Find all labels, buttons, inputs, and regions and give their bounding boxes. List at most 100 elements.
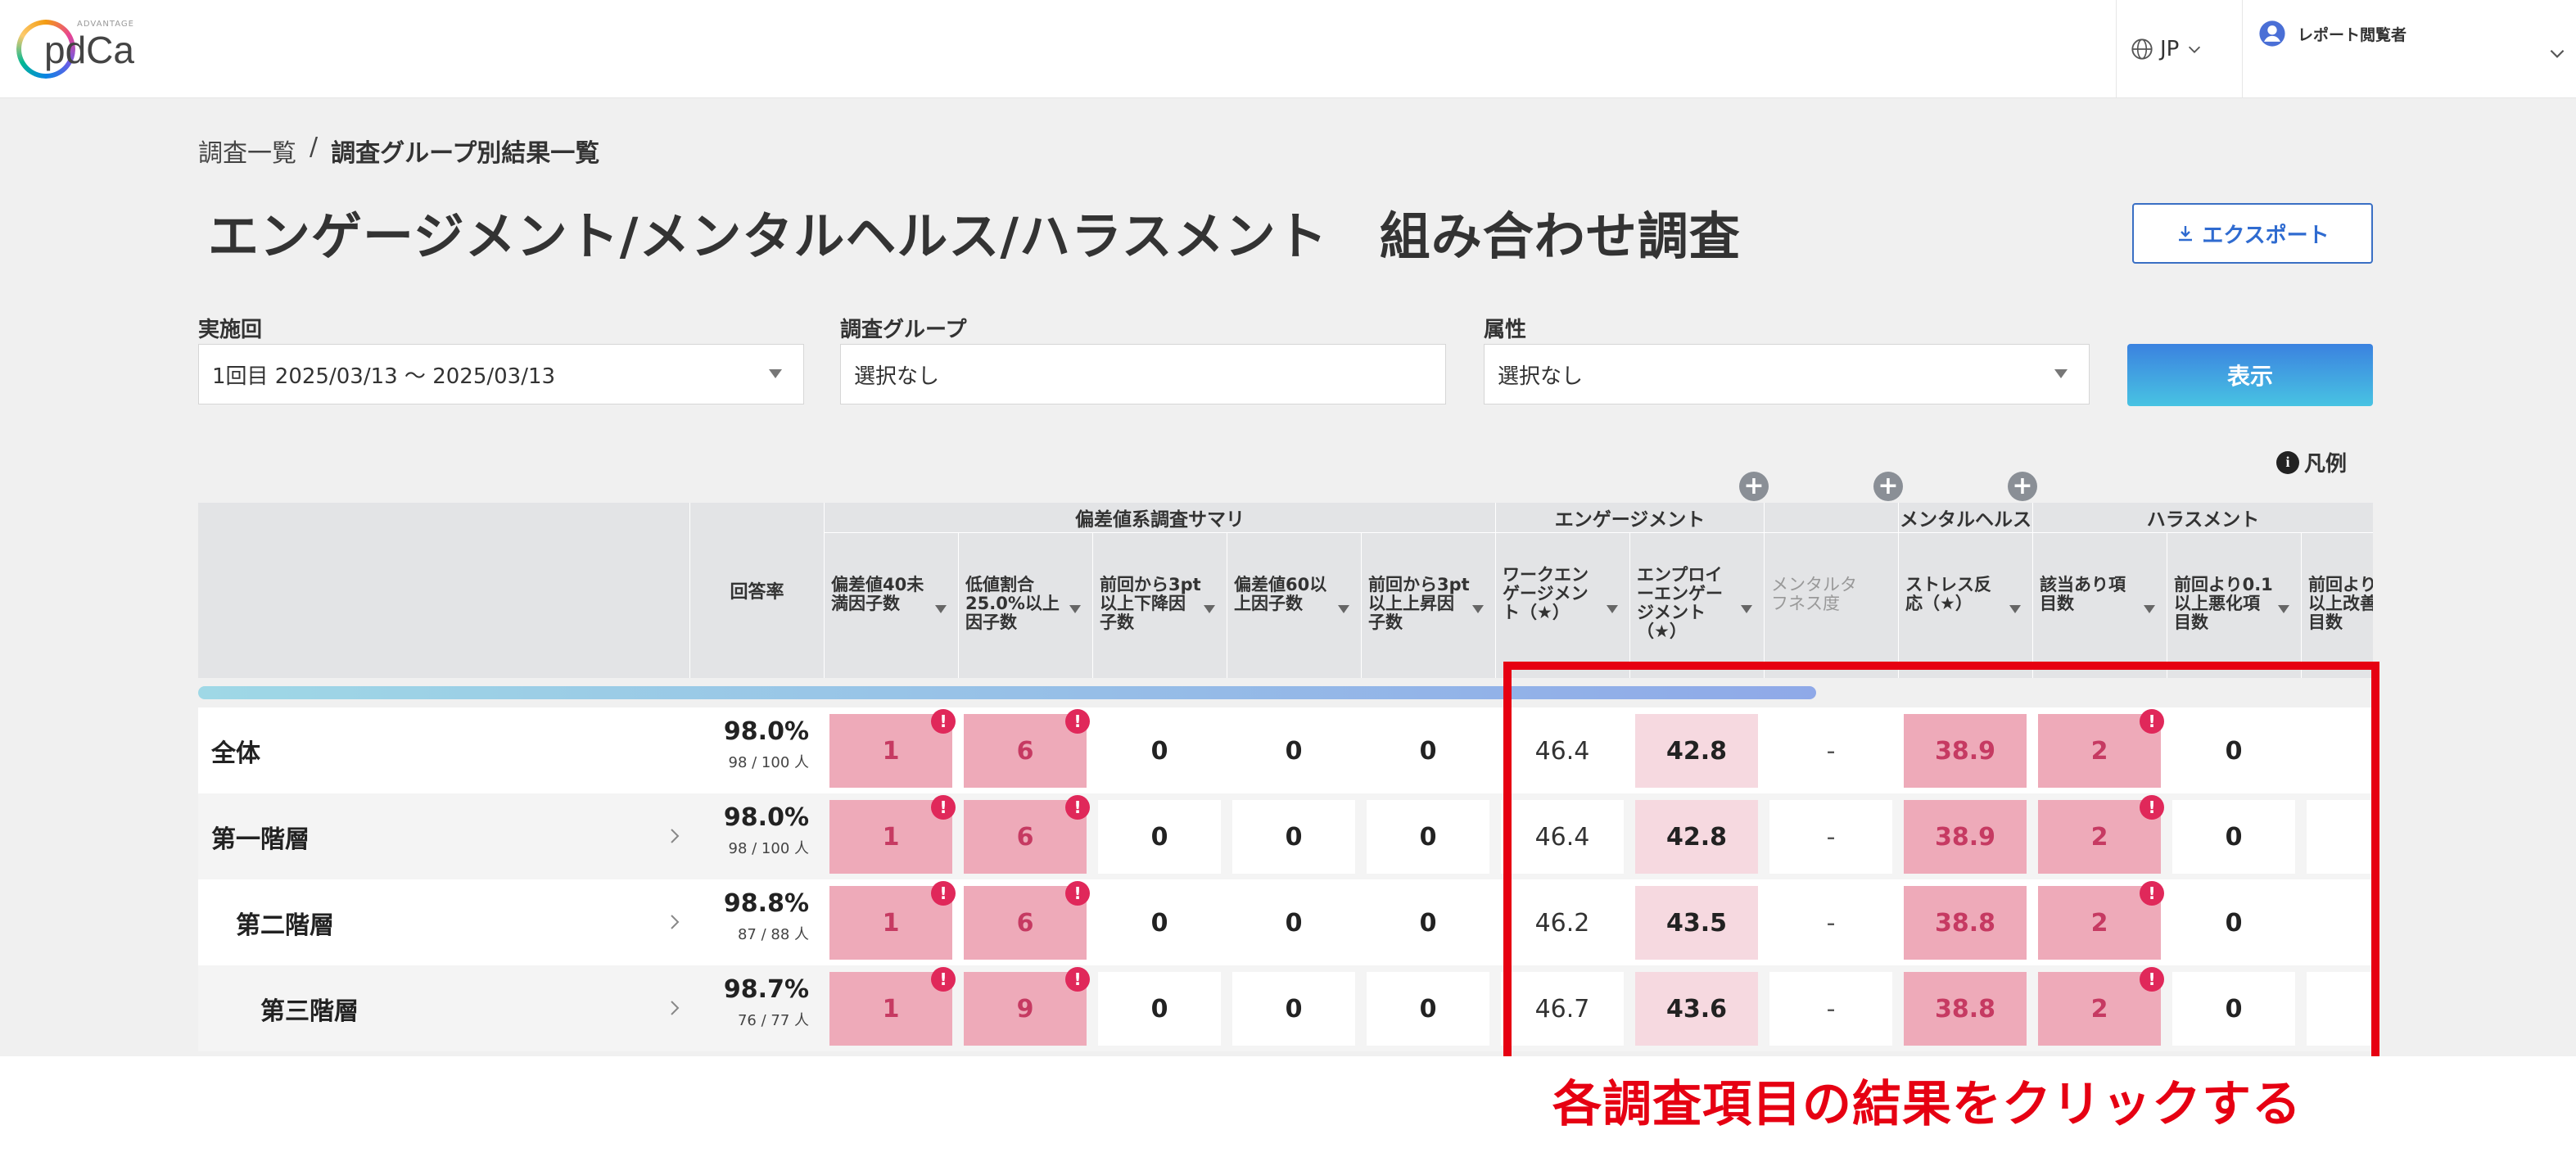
result-cell[interactable]: 0 bbox=[1232, 714, 1355, 788]
sort-arrow-icon[interactable] bbox=[1472, 605, 1484, 613]
response-rate-value: 98.0% bbox=[723, 803, 809, 832]
response-rate-cell: 98.0% 98 / 100 人 bbox=[689, 707, 824, 793]
result-cell[interactable]: 0 bbox=[1098, 714, 1221, 788]
main-content: 調査一覧 / 調査グループ別結果一覧 エンゲージメント/メンタルヘルス/ハラスメ… bbox=[0, 98, 2576, 1056]
column-header[interactable]: ワークエンゲージメント（★） bbox=[1495, 532, 1629, 678]
download-icon bbox=[2179, 226, 2193, 242]
round-filter-label: 実施回 bbox=[198, 318, 263, 342]
column-header[interactable]: 偏差値60以上因子数 bbox=[1227, 532, 1361, 678]
column-header[interactable]: メンタルタフネス度 bbox=[1764, 532, 1898, 678]
dropdown-arrow-icon bbox=[769, 369, 782, 378]
column-header[interactable]: 該当あり項目数 bbox=[2032, 532, 2167, 678]
result-cell[interactable]: 0 bbox=[1367, 972, 1489, 1046]
row-label: 第二階層 bbox=[236, 911, 334, 940]
result-cell[interactable]: 0 bbox=[1232, 972, 1355, 1046]
response-rate-cell: 98.7% 76 / 77 人 bbox=[689, 965, 824, 1051]
result-cell[interactable]: 0 bbox=[1232, 886, 1355, 960]
result-value: 1 bbox=[882, 994, 900, 1024]
group-header-deviation-summary: 偏差値系調査サマリ bbox=[824, 503, 1495, 532]
sort-arrow-icon[interactable] bbox=[2144, 605, 2155, 613]
alert-icon: ! bbox=[1065, 795, 1090, 820]
chevron-down-icon bbox=[2189, 46, 2201, 53]
result-cell[interactable]: 0 bbox=[1367, 714, 1489, 788]
legend-button[interactable]: i 凡例 bbox=[2276, 447, 2347, 477]
column-header[interactable]: 前回から3pt以上上昇因子数 bbox=[1361, 532, 1495, 678]
column-header[interactable]: 前回より0.1以上悪化項目数 bbox=[2167, 532, 2301, 678]
column-header[interactable]: 前回から3pt以上下降因子数 bbox=[1092, 532, 1227, 678]
result-value: 6 bbox=[1016, 736, 1034, 766]
result-cell[interactable]: 0 bbox=[1367, 886, 1489, 960]
response-rate-cell: 98.0% 98 / 100 人 bbox=[689, 793, 824, 879]
result-cell[interactable]: 1! bbox=[829, 795, 956, 874]
result-value: 1 bbox=[882, 736, 900, 766]
column-header-label: 低値割合25.0%以上因子数 bbox=[965, 575, 1060, 632]
export-button[interactable]: エクスポート bbox=[2132, 203, 2373, 264]
header-divider bbox=[2242, 0, 2243, 98]
response-count: 98 / 100 人 bbox=[728, 840, 810, 857]
attribute-select[interactable]: 選択なし bbox=[1484, 344, 2090, 404]
column-header-label: メンタルタフネス度 bbox=[1771, 575, 1857, 613]
chevron-right-icon[interactable] bbox=[665, 825, 685, 847]
response-rate-header: 回答率 bbox=[689, 503, 824, 678]
chevron-right-icon[interactable] bbox=[665, 997, 685, 1019]
sort-arrow-icon[interactable] bbox=[935, 605, 947, 613]
sort-arrow-icon[interactable] bbox=[1069, 605, 1081, 613]
response-count: 98 / 100 人 bbox=[728, 754, 810, 771]
user-icon bbox=[2259, 20, 2285, 47]
result-value: 0 bbox=[1150, 736, 1168, 766]
result-cell[interactable]: 1! bbox=[829, 709, 956, 788]
alert-icon: ! bbox=[1065, 709, 1090, 734]
attribute-filter-label: 属性 bbox=[1484, 318, 1527, 342]
result-cell[interactable]: 6! bbox=[964, 881, 1090, 960]
column-header[interactable]: 前回より0.1以上改善項目数 bbox=[2301, 532, 2373, 678]
result-cell[interactable]: 0 bbox=[1098, 886, 1221, 960]
show-button[interactable]: 表示 bbox=[2127, 344, 2373, 406]
response-count: 76 / 77 人 bbox=[737, 1012, 809, 1029]
result-cell[interactable]: 0 bbox=[1098, 800, 1221, 874]
result-cell[interactable]: 6! bbox=[964, 795, 1090, 874]
response-rate-value: 98.8% bbox=[723, 889, 809, 918]
chevron-down-icon[interactable] bbox=[2547, 43, 2568, 64]
alert-icon: ! bbox=[931, 967, 956, 992]
globe-icon bbox=[2131, 38, 2153, 60]
result-value: 0 bbox=[1419, 822, 1437, 852]
result-value: 6 bbox=[1016, 822, 1034, 852]
result-cell[interactable]: 1! bbox=[829, 881, 956, 960]
expand-plus-icon[interactable]: + bbox=[1739, 472, 1769, 501]
breadcrumb: 調査一覧 / 調査グループ別結果一覧 bbox=[198, 133, 599, 169]
result-cell[interactable]: 0 bbox=[1232, 800, 1355, 874]
sort-arrow-icon[interactable] bbox=[1741, 605, 1752, 613]
sort-arrow-icon[interactable] bbox=[1607, 605, 1618, 613]
column-header[interactable]: 偏差値40未満因子数 bbox=[824, 532, 958, 678]
result-cell[interactable]: 0 bbox=[1098, 972, 1221, 1046]
breadcrumb-parent-link[interactable]: 調査一覧 bbox=[198, 133, 296, 169]
alert-icon: ! bbox=[1065, 881, 1090, 906]
sort-arrow-icon[interactable] bbox=[2009, 605, 2021, 613]
result-cell[interactable]: 0 bbox=[1367, 800, 1489, 874]
user-menu[interactable]: レポート閲覧者 bbox=[2258, 20, 2407, 69]
group-select[interactable]: 選択なし bbox=[840, 344, 1446, 404]
column-header-label: エンプロイーエンゲージメント（★） bbox=[1637, 565, 1723, 641]
breadcrumb-separator: / bbox=[310, 133, 319, 161]
sort-arrow-icon[interactable] bbox=[1338, 605, 1349, 613]
chevron-right-icon[interactable] bbox=[665, 911, 685, 933]
result-cell[interactable]: 6! bbox=[964, 709, 1090, 788]
language-selector[interactable]: JP bbox=[2131, 31, 2203, 67]
result-cell[interactable]: 1! bbox=[829, 967, 956, 1046]
column-header[interactable]: エンプロイーエンゲージメント（★） bbox=[1629, 532, 1764, 678]
sort-arrow-icon[interactable] bbox=[2278, 605, 2289, 613]
result-value: 0 bbox=[1419, 908, 1437, 938]
result-cell[interactable]: 9! bbox=[964, 967, 1090, 1046]
app-logo[interactable]: ADVANTAGE pdCa bbox=[16, 16, 147, 85]
column-header-label: ストレス反応（★） bbox=[1905, 575, 1991, 613]
round-select[interactable]: 1回目 2025/03/13 〜 2025/03/13 bbox=[198, 344, 804, 404]
row-label: 全体 bbox=[211, 739, 260, 768]
result-value: 1 bbox=[882, 822, 900, 852]
expand-plus-icon[interactable]: + bbox=[1873, 472, 1903, 501]
column-header[interactable]: ストレス反応（★） bbox=[1898, 532, 2032, 678]
expand-plus-icon[interactable]: + bbox=[2008, 472, 2037, 501]
sort-arrow-icon[interactable] bbox=[1204, 605, 1215, 613]
column-header-label: 該当あり項目数 bbox=[2040, 575, 2126, 613]
column-header-label: 前回から3pt以上下降因子数 bbox=[1100, 575, 1201, 632]
column-header[interactable]: 低値割合25.0%以上因子数 bbox=[958, 532, 1092, 678]
